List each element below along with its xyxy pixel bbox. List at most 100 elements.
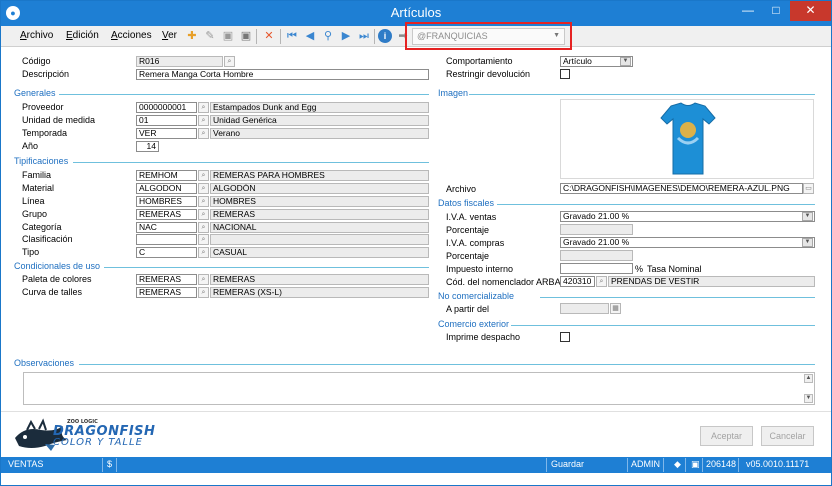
iva-ventas-label: I.V.A. ventas bbox=[446, 212, 497, 222]
familia-code-field[interactable]: REMHOM bbox=[136, 170, 197, 181]
lookup-icon[interactable]: ⌕ bbox=[198, 183, 209, 194]
divider bbox=[79, 364, 815, 365]
menu-ver[interactable]: Ver bbox=[162, 30, 177, 41]
lookup-icon[interactable]: ⌕ bbox=[596, 276, 607, 287]
previous-record-icon[interactable]: ◀ bbox=[303, 29, 317, 43]
tipo-code-field[interactable]: C bbox=[136, 247, 197, 258]
temporada-desc-field: Verano bbox=[210, 128, 429, 139]
restringir-checkbox[interactable] bbox=[560, 69, 570, 79]
chevron-down-icon[interactable]: ▼ bbox=[802, 212, 813, 221]
minimize-button[interactable]: — bbox=[734, 1, 762, 21]
imprime-checkbox[interactable] bbox=[560, 332, 570, 342]
grupo-desc-field: REMERAS bbox=[210, 209, 429, 220]
lookup-icon[interactable]: ⌕ bbox=[198, 102, 209, 113]
unidad-code-field[interactable]: 01 bbox=[136, 115, 197, 126]
imprime-label: Imprime despacho bbox=[446, 332, 521, 342]
clasificacion-code-field[interactable] bbox=[136, 234, 197, 245]
archivo-field[interactable]: C:\DRAGONFISH\IMAGENES\DEMO\REMERA-AZUL.… bbox=[560, 183, 803, 194]
lookup-icon[interactable]: ⌕ bbox=[198, 247, 209, 258]
footer: ZOO LOGIC DRAGONFISH COLOR Y TALLE Acept… bbox=[1, 411, 831, 457]
lookup-icon[interactable]: ⌕ bbox=[198, 209, 209, 220]
comportamiento-label: Comportamiento bbox=[446, 56, 513, 66]
maximize-button[interactable]: □ bbox=[762, 1, 790, 21]
status-currency: $ bbox=[107, 459, 113, 469]
iva-compras-select[interactable]: Gravado 21.00 % bbox=[560, 237, 815, 248]
scroll-up-icon[interactable]: ▲ bbox=[804, 374, 813, 383]
apartir-label: A partir del bbox=[446, 304, 490, 314]
proveedor-desc-field: Estampados Dunk and Egg bbox=[210, 102, 429, 113]
delete-icon[interactable]: ✕ bbox=[262, 29, 276, 43]
menu-archivo[interactable]: Archivo bbox=[20, 30, 53, 41]
edit-icon[interactable]: ✎ bbox=[203, 29, 217, 43]
scroll-down-icon[interactable]: ▼ bbox=[804, 394, 813, 403]
temporada-code-field[interactable]: VER bbox=[136, 128, 197, 139]
lock-icon: ◆ bbox=[674, 459, 681, 469]
chevron-down-icon[interactable]: ▼ bbox=[620, 57, 631, 66]
iva-ventas-select[interactable]: Gravado 21.00 % bbox=[560, 211, 815, 222]
lookup-icon[interactable]: ⌕ bbox=[198, 115, 209, 126]
familia-label: Familia bbox=[22, 170, 52, 180]
status-bar: VENTAS $ Guardar ADMIN ◆ ▣ 206148 v05.00… bbox=[1, 457, 831, 473]
save-as-icon[interactable]: ▣ bbox=[239, 29, 253, 43]
menu-edicion[interactable]: Edición bbox=[66, 30, 99, 41]
save-icon[interactable]: ▣ bbox=[221, 29, 235, 43]
proveedor-code-field[interactable]: 0000000001 bbox=[136, 102, 197, 113]
linea-code-field[interactable]: HOMBRES bbox=[136, 196, 197, 207]
observaciones-section-title: Observaciones bbox=[14, 358, 75, 368]
lookup-icon[interactable]: ⌕ bbox=[198, 196, 209, 207]
lookup-icon[interactable]: ⌕ bbox=[198, 222, 209, 233]
linea-desc-field: HOMBRES bbox=[210, 196, 429, 207]
arba-desc-field: PRENDAS DE VESTIR bbox=[608, 276, 815, 287]
archivo-label: Archivo bbox=[446, 184, 477, 194]
status-user: ADMIN bbox=[631, 459, 660, 469]
folder-icon[interactable]: ▭ bbox=[803, 183, 814, 194]
aceptar-button[interactable]: Aceptar bbox=[700, 426, 753, 446]
divider bbox=[511, 325, 815, 326]
info-icon[interactable]: i bbox=[378, 29, 392, 43]
curva-code-field[interactable]: REMERAS bbox=[136, 287, 197, 298]
grupo-code-field[interactable]: REMERAS bbox=[136, 209, 197, 220]
impuesto-field[interactable] bbox=[560, 263, 633, 274]
product-image[interactable] bbox=[560, 99, 814, 179]
apartir-date-field[interactable] bbox=[560, 303, 609, 314]
tipificaciones-section-title: Tipificaciones bbox=[14, 156, 69, 166]
divider bbox=[497, 204, 815, 205]
lookup-icon[interactable]: ⌕ bbox=[198, 274, 209, 285]
tshirt-image bbox=[660, 102, 716, 175]
codigo-field[interactable]: R016 bbox=[136, 56, 223, 67]
lookup-icon[interactable]: ⌕ bbox=[224, 56, 235, 67]
observaciones-textarea[interactable]: ▲ ▼ bbox=[23, 372, 815, 405]
calendar-icon[interactable]: ▦ bbox=[610, 303, 621, 314]
lookup-icon[interactable]: ⌕ bbox=[198, 234, 209, 245]
codigo-label: Código bbox=[22, 56, 51, 66]
tipo-label: Tipo bbox=[22, 247, 40, 257]
restringir-label: Restringir devolución bbox=[446, 69, 531, 79]
cancelar-button[interactable]: Cancelar bbox=[761, 426, 814, 446]
material-label: Material bbox=[22, 183, 55, 193]
chevron-down-icon[interactable]: ▼ bbox=[802, 238, 813, 247]
lookup-icon[interactable]: ⌕ bbox=[198, 170, 209, 181]
db-icon: ▣ bbox=[691, 459, 700, 469]
paleta-label: Paleta de colores bbox=[22, 274, 92, 284]
porcentaje-label: Porcentaje bbox=[446, 225, 490, 235]
anio-field[interactable]: 14 bbox=[136, 141, 159, 152]
descripcion-field[interactable]: Remera Manga Corta Hombre bbox=[136, 69, 429, 80]
next-record-icon[interactable]: ▶ bbox=[339, 29, 353, 43]
status-action: Guardar bbox=[551, 459, 585, 469]
search-record-icon[interactable]: ⚲ bbox=[321, 29, 335, 43]
clasificacion-label: Clasificación bbox=[22, 234, 73, 244]
arba-code-field[interactable]: 420310 bbox=[560, 276, 595, 287]
lookup-icon[interactable]: ⌕ bbox=[198, 287, 209, 298]
paleta-code-field[interactable]: REMERAS bbox=[136, 274, 197, 285]
status-module: VENTAS bbox=[8, 459, 44, 469]
divider bbox=[73, 162, 429, 163]
categoria-code-field[interactable]: NAC bbox=[136, 222, 197, 233]
new-icon[interactable]: ✚ bbox=[185, 29, 199, 43]
close-button[interactable]: ✕ bbox=[790, 1, 831, 21]
first-record-icon[interactable]: ⏮ bbox=[285, 29, 299, 43]
divider bbox=[104, 267, 429, 268]
menu-acciones[interactable]: Acciones bbox=[111, 30, 152, 41]
material-code-field[interactable]: ALGODON bbox=[136, 183, 197, 194]
lookup-icon[interactable]: ⌕ bbox=[198, 128, 209, 139]
last-record-icon[interactable]: ⏭ bbox=[357, 29, 371, 43]
